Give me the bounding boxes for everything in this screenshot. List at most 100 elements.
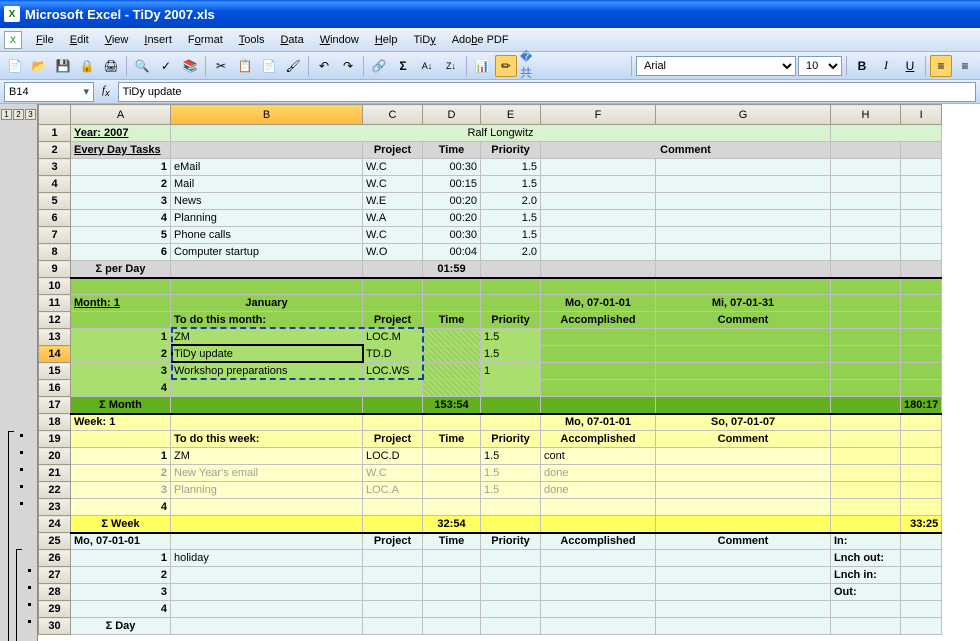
cell[interactable] [901,176,942,193]
cell[interactable] [901,261,942,278]
cell[interactable]: 00:20 [423,210,481,227]
cell[interactable]: 1 [481,363,541,380]
cell[interactable]: 00:15 [423,176,481,193]
cell[interactable] [481,550,541,567]
cell[interactable] [901,278,942,295]
col-header-F[interactable]: F [541,105,656,125]
cell[interactable]: 4 [71,499,171,516]
cell[interactable]: 180:17 [901,397,942,414]
cell[interactable]: Σ Day [71,618,171,635]
cell[interactable] [901,210,942,227]
cell[interactable] [656,465,831,482]
underline-button[interactable]: U [899,55,921,77]
cell[interactable]: W.E [363,193,423,210]
research-button[interactable]: 📚 [179,55,201,77]
cell[interactable]: Comment [656,431,831,448]
cell[interactable]: Σ Week [71,516,171,533]
row-header[interactable]: 10 [39,278,71,295]
cell[interactable] [363,550,423,567]
row-header[interactable]: 25 [39,533,71,550]
cell[interactable]: holiday [171,550,363,567]
cell[interactable] [831,278,901,295]
cell[interactable] [901,244,942,261]
row-header[interactable]: 28 [39,584,71,601]
cell[interactable]: 2 [71,465,171,482]
cell[interactable] [171,414,363,431]
row-header[interactable]: 15 [39,363,71,380]
bold-button[interactable]: B [851,55,873,77]
cell[interactable] [901,431,942,448]
cell[interactable] [363,278,423,295]
cell[interactable] [831,329,901,346]
cell[interactable] [423,295,481,312]
row-header[interactable]: 20 [39,448,71,465]
cell[interactable]: 3 [71,363,171,380]
cell[interactable] [831,227,901,244]
cell[interactable]: W.C [363,227,423,244]
cell[interactable] [901,499,942,516]
cell[interactable] [481,261,541,278]
cell[interactable]: 1.5 [481,329,541,346]
redo-button[interactable]: ↷ [337,55,359,77]
cell[interactable] [541,584,656,601]
cell[interactable]: 2.0 [481,244,541,261]
cell[interactable]: TD.D [363,346,423,363]
row-header[interactable]: 2 [39,142,71,159]
cell[interactable]: 4 [71,210,171,227]
cell[interactable] [831,159,901,176]
cell[interactable] [901,159,942,176]
cell[interactable] [656,193,831,210]
cell[interactable] [171,584,363,601]
cell[interactable]: LOC.D [363,448,423,465]
cell[interactable] [656,346,831,363]
cell[interactable]: Lnch in: [831,567,901,584]
col-header-G[interactable]: G [656,105,831,125]
row-header[interactable]: 8 [39,244,71,261]
cell[interactable]: 1.5 [481,227,541,244]
cell[interactable]: 4 [71,601,171,618]
cell[interactable]: Ralf Longwitz [171,125,831,142]
fontsize-select[interactable]: 10 [798,56,842,76]
cell[interactable]: 1.5 [481,159,541,176]
cell[interactable] [481,397,541,414]
cell[interactable]: 1.5 [481,210,541,227]
cell[interactable] [831,125,942,142]
row-header[interactable]: 11 [39,295,71,312]
name-box[interactable]: B14▾ [4,82,94,102]
cell[interactable]: 33:25 [901,516,942,533]
cell[interactable] [656,261,831,278]
cell[interactable]: W.C [363,465,423,482]
row-header[interactable]: 18 [39,414,71,431]
cell[interactable] [363,601,423,618]
cell[interactable] [171,261,363,278]
cell[interactable]: W.C [363,176,423,193]
cell[interactable] [423,346,481,363]
cut-button[interactable]: ✂ [210,55,232,77]
cell[interactable] [541,363,656,380]
cell[interactable] [423,618,481,635]
new-button[interactable]: 📄 [4,55,26,77]
cell[interactable]: 2 [71,346,171,363]
font-select[interactable]: Arial [636,56,796,76]
cell[interactable] [656,227,831,244]
cell[interactable]: 4 [71,380,171,397]
cell[interactable] [831,465,901,482]
cell[interactable]: 2 [71,567,171,584]
cell[interactable]: 2 [71,176,171,193]
cell[interactable]: Mo, 07-01-01 [541,295,656,312]
cell[interactable] [831,210,901,227]
permission-button[interactable]: 🔒 [76,55,98,77]
menu-format[interactable]: Format [180,30,231,50]
col-header-D[interactable]: D [423,105,481,125]
cell[interactable]: Accomplished [541,431,656,448]
cell[interactable]: done [541,482,656,499]
active-cell[interactable]: TiDy update [171,346,363,363]
cell[interactable] [423,329,481,346]
cell[interactable] [656,601,831,618]
cell[interactable] [423,414,481,431]
cell[interactable] [831,618,901,635]
autosum-button[interactable]: Σ [392,55,414,77]
cell[interactable] [656,278,831,295]
cell[interactable]: LOC.M [363,329,423,346]
menu-adobepdf[interactable]: Adobe PDF [444,30,517,50]
